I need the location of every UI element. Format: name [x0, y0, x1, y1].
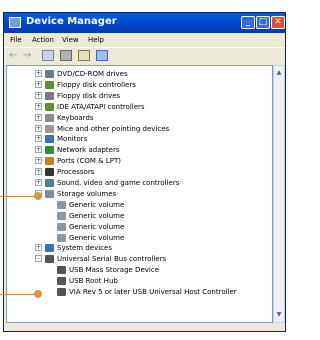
menu-help[interactable]: Help — [88, 36, 104, 44]
expand-icon[interactable]: + — [35, 113, 42, 121]
maximize-button[interactable]: □ — [256, 16, 270, 29]
volume-icon — [57, 211, 66, 220]
tree-item-label: Network adapters — [57, 146, 120, 155]
tree-item-label: Universal Serial Bus controllers — [57, 255, 167, 264]
callout-dot-storage — [34, 192, 42, 200]
usb-device-icon — [57, 288, 66, 296]
back-icon[interactable]: ← — [9, 50, 21, 61]
expand-icon[interactable]: + — [35, 135, 42, 143]
tree-item-label: System devices — [57, 244, 112, 253]
tree-item-label: Sound, video and game controllers — [57, 179, 180, 187]
collapse-icon[interactable]: - — [35, 255, 42, 263]
tree-item-label: Keyboards — [57, 113, 94, 122]
volume-icon — [57, 200, 66, 209]
window-title: Device Manager — [26, 16, 117, 27]
device-manager-window: Device Manager _ □ ✕ File Action View He… — [3, 12, 286, 332]
keyboard-icon — [45, 113, 54, 122]
tree-item-label: Storage volumes — [57, 189, 117, 198]
mouse-icon — [45, 124, 54, 133]
cdrom-icon — [45, 70, 54, 78]
sound-icon — [45, 179, 54, 187]
tree-item-label: Generic volume — [69, 200, 125, 209]
tree-item-label: Monitors — [57, 135, 88, 144]
tree-item-label: Mice and other pointing devices — [57, 124, 170, 133]
tree-item-label: Generic volume — [69, 233, 125, 242]
expand-icon[interactable]: + — [35, 157, 42, 165]
expand-icon[interactable]: + — [35, 91, 42, 99]
usb-device-icon — [57, 277, 66, 286]
expand-icon[interactable]: + — [35, 179, 42, 186]
expand-icon[interactable]: + — [35, 124, 42, 132]
toolbar: ← → — [4, 47, 285, 64]
usb-icon — [45, 255, 54, 264]
storage-icon — [45, 189, 54, 198]
expand-icon[interactable]: + — [35, 70, 42, 77]
print-icon[interactable] — [60, 50, 72, 61]
tree-item-label: Processors — [57, 168, 95, 177]
status-bar — [6, 324, 283, 331]
usb-device-icon — [57, 266, 66, 275]
forward-icon[interactable]: → — [23, 50, 35, 61]
callout-dot-usb — [34, 290, 42, 298]
port-icon — [45, 157, 54, 166]
expand-icon[interactable]: + — [35, 102, 42, 110]
expand-icon[interactable]: + — [35, 80, 42, 88]
ide-icon — [45, 102, 54, 111]
device-tree[interactable]: + DVD/CD-ROM drives + Floppy disk controlle… — [6, 65, 273, 323]
callout-line-storage — [0, 196, 36, 197]
tree-item-label: IDE ATA/ATAPI controllers — [57, 102, 145, 111]
floppy-icon — [45, 91, 54, 100]
scroll-up-icon[interactable]: ▲ — [274, 68, 284, 78]
menu-view[interactable]: View — [62, 36, 79, 44]
processor-icon — [45, 168, 54, 177]
system-icon — [45, 244, 54, 253]
network-icon — [45, 146, 54, 155]
callout-line-usb — [0, 294, 36, 295]
tree-item-label: VIA Rev 5 or later USB Universal Host Co… — [69, 288, 237, 296]
close-button[interactable]: ✕ — [271, 16, 285, 29]
tree-item-label: USB Mass Storage Device — [69, 266, 159, 275]
menu-action[interactable]: Action — [32, 36, 54, 44]
tree-item-label: Floppy disk drives — [57, 91, 121, 100]
tree-item-label: Generic volume — [69, 211, 125, 220]
controller-icon — [45, 80, 54, 89]
tree-item-label: Generic volume — [69, 222, 125, 231]
volume-icon — [57, 233, 66, 242]
expand-icon[interactable]: + — [35, 244, 42, 252]
volume-icon — [57, 222, 66, 231]
expand-icon[interactable]: + — [35, 146, 42, 154]
minimize-button[interactable]: _ — [241, 16, 255, 29]
title-bar[interactable]: Device Manager _ □ ✕ — [4, 13, 285, 33]
tree-item-label: DVD/CD-ROM drives — [57, 70, 128, 78]
tree-item-label: Ports (COM & LPT) — [57, 157, 121, 166]
scan-icon[interactable] — [96, 50, 108, 61]
scroll-down-icon[interactable]: ▼ — [274, 310, 284, 320]
help-icon[interactable] — [78, 50, 90, 61]
vertical-scrollbar[interactable]: ▲ ▼ — [273, 65, 285, 323]
tree-item-label: Floppy disk controllers — [57, 80, 136, 89]
properties-icon[interactable] — [42, 50, 54, 61]
monitor-icon — [45, 135, 54, 144]
menu-bar: File Action View Help — [4, 33, 285, 47]
expand-icon[interactable]: + — [35, 168, 42, 176]
device-manager-icon — [9, 17, 21, 28]
tree-item-label: USB Root Hub — [69, 277, 118, 286]
menu-file[interactable]: File — [10, 36, 22, 44]
